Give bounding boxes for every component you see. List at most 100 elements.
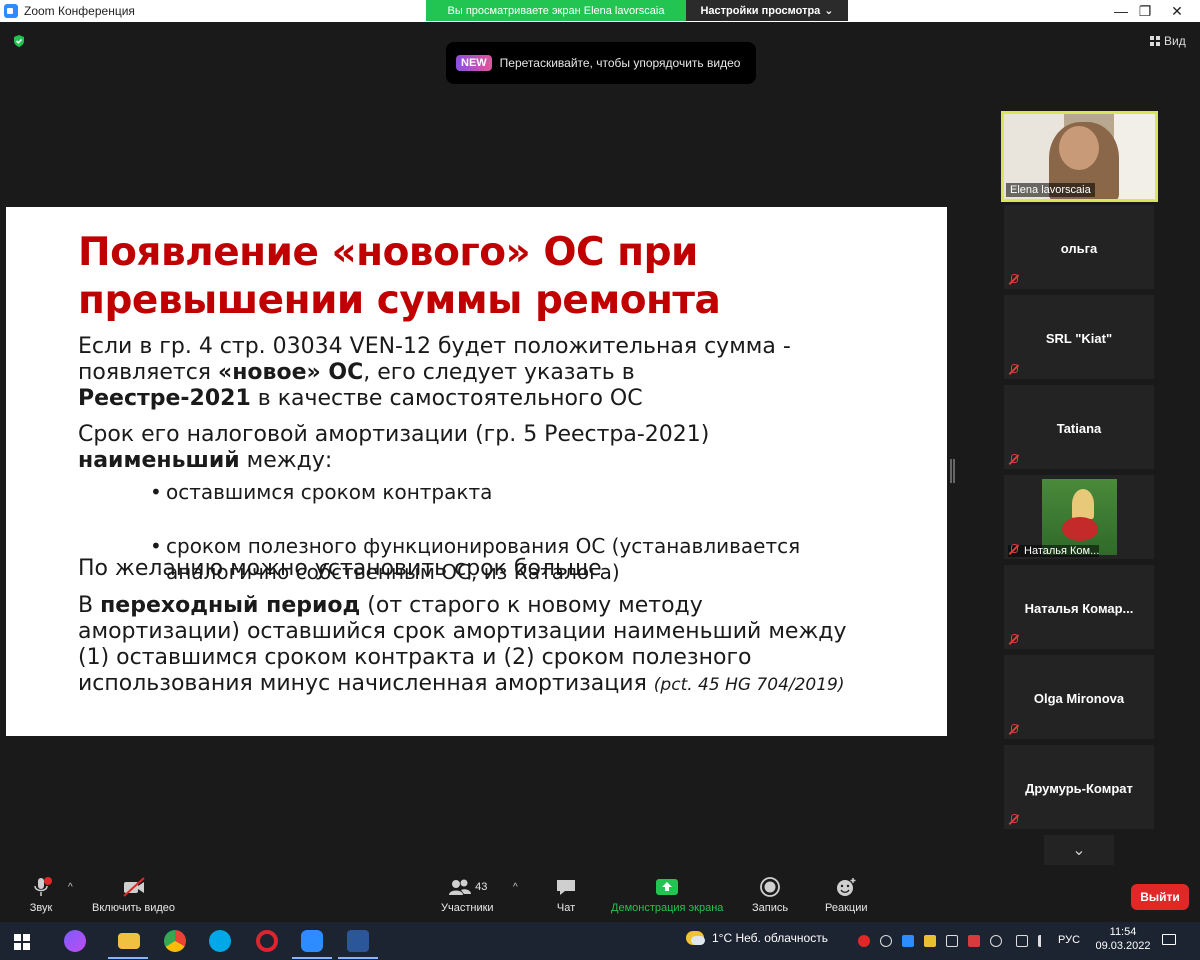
display-tray-icon[interactable] xyxy=(1016,935,1028,947)
grid-view-icon xyxy=(1150,36,1160,46)
splitter-handle[interactable] xyxy=(950,459,955,483)
participant-tile[interactable]: Наталья Ком... xyxy=(1004,475,1154,559)
clock-time: 11:54 xyxy=(1109,926,1137,938)
participant-tile[interactable]: Olga Mironova xyxy=(1004,655,1154,739)
microphone-icon xyxy=(34,877,52,896)
video-label: Включить видео xyxy=(92,902,176,914)
taskbar-active-indicator xyxy=(338,957,378,959)
mic-muted-icon xyxy=(1008,454,1019,465)
participant-tile[interactable]: SRL "Kiat" xyxy=(1004,295,1154,379)
record-icon xyxy=(760,877,780,897)
shared-screen-slide: Появление «нового» ОС при превышении сум… xyxy=(6,207,947,736)
drag-hint-tooltip: NEW Перетаскивайте, чтобы упорядочить ви… xyxy=(446,42,756,84)
participants-icon xyxy=(449,879,472,895)
taskbar-active-indicator xyxy=(108,957,148,959)
window-title: Zoom Конференция xyxy=(24,4,135,18)
windows-start-icon[interactable] xyxy=(14,934,30,950)
participants-icon-group: 43 xyxy=(447,876,487,898)
chevron-down-icon: ⌄ xyxy=(1072,842,1086,859)
avatar-person xyxy=(1072,489,1094,519)
share-screen-label: Демонстрация экрана xyxy=(611,902,724,914)
view-settings-button[interactable]: Настройки просмотра ⌄ xyxy=(686,0,848,21)
participant-name: SRL "Kiat" xyxy=(1045,331,1113,346)
weather-widget[interactable]: 1°C Неб. облачность xyxy=(686,931,828,945)
clock-date: 09.03.2022 xyxy=(1095,940,1151,952)
chat-label: Чат xyxy=(556,902,576,914)
anydesk-tray-icon[interactable] xyxy=(968,935,980,947)
zoom-tray-icon[interactable] xyxy=(902,935,914,947)
weather-text: 1°C Неб. облачность xyxy=(712,931,828,945)
notifications-icon[interactable] xyxy=(1162,934,1176,945)
alice-assistant-icon[interactable] xyxy=(64,930,86,952)
participant-name: ольга xyxy=(1060,241,1098,256)
mic-muted-icon xyxy=(1008,544,1019,555)
restore-icon[interactable]: ❐ xyxy=(1110,0,1156,22)
slide-paragraph-4: В переходный период (от старого к новому… xyxy=(78,593,847,696)
zoom-taskbar-icon[interactable] xyxy=(301,930,323,952)
participant-tile[interactable]: Друмурь-Комрат xyxy=(1004,745,1154,829)
tray-app-icon[interactable] xyxy=(990,935,1002,947)
video-background xyxy=(1114,114,1155,199)
view-settings-label: Настройки просмотра xyxy=(700,4,821,17)
mic-muted-icon xyxy=(1008,274,1019,285)
mic-muted-icon xyxy=(1008,634,1019,645)
smiley-icon xyxy=(837,878,856,896)
participant-tile[interactable]: ольга xyxy=(1004,205,1154,289)
chrome-icon[interactable] xyxy=(164,930,186,952)
gallery-scroll-down-button[interactable]: ⌄ xyxy=(1044,835,1114,865)
participant-tile[interactable]: Наталья Комар... xyxy=(1004,565,1154,649)
opera-icon[interactable] xyxy=(256,930,278,952)
reactions-button[interactable]: Реакции xyxy=(825,876,868,914)
word-icon[interactable] xyxy=(347,930,369,952)
participant-tile[interactable]: Tatiana xyxy=(1004,385,1154,469)
participants-button[interactable]: 43 Участники xyxy=(441,876,494,914)
video-off-icon xyxy=(122,877,145,897)
screen-share-banner: Вы просматриваете экран Elena lavorscaia xyxy=(426,0,686,21)
participant-name: Olga Mironova xyxy=(1033,691,1125,706)
slide-paragraph-3: По желанию можно установить срок больше xyxy=(78,556,602,581)
record-label: Запись xyxy=(752,902,789,914)
mic-muted-icon xyxy=(1008,364,1019,375)
tray-app-icon[interactable] xyxy=(880,935,892,947)
view-button-label: Вид xyxy=(1164,34,1186,48)
record-button[interactable]: Запись xyxy=(752,876,788,914)
participant-name: Elena lavorscaia xyxy=(1006,183,1095,197)
taskbar-active-indicator xyxy=(292,957,332,959)
leave-button[interactable]: Выйти xyxy=(1131,884,1189,910)
close-icon[interactable]: ✕ xyxy=(1154,0,1200,22)
language-indicator[interactable]: РУС xyxy=(1058,934,1080,946)
participant-name: Tatiana xyxy=(1056,421,1102,436)
slide-paragraph-1: Если в гр. 4 стр. 03034 VEN-12 будет пол… xyxy=(78,334,791,411)
security-tray-icon[interactable] xyxy=(924,935,936,947)
slide-bullet-1: оставшимся сроком контракта xyxy=(150,479,850,505)
yandex-tray-icon[interactable] xyxy=(858,935,870,947)
participant-name: Наталья Комар... xyxy=(1024,601,1134,616)
start-video-button[interactable]: Включить видео xyxy=(92,876,175,914)
share-screen-icon xyxy=(656,879,679,895)
skype-icon[interactable] xyxy=(209,930,231,952)
shield-icon[interactable] xyxy=(12,34,26,48)
audio-button[interactable]: Звук xyxy=(28,876,54,914)
participant-tile-active[interactable]: Elena lavorscaia xyxy=(1001,111,1158,202)
participants-options-caret-icon[interactable]: ^ xyxy=(513,882,518,893)
reactions-label: Реакции xyxy=(825,902,868,914)
audio-options-caret-icon[interactable]: ^ xyxy=(68,882,73,893)
file-explorer-icon[interactable] xyxy=(118,933,140,949)
participants-label: Участники xyxy=(441,902,494,914)
share-screen-button[interactable]: Демонстрация экрана xyxy=(611,876,723,914)
mic-muted-icon xyxy=(1008,814,1019,825)
chat-button[interactable]: Чат xyxy=(553,876,579,914)
hint-text: Перетаскивайте, чтобы упорядочить видео xyxy=(499,56,741,70)
participant-avatar-photo xyxy=(1042,479,1117,555)
network-tray-icon[interactable] xyxy=(946,935,958,947)
view-button[interactable]: Вид xyxy=(1150,34,1186,48)
zoom-logo-icon xyxy=(4,4,18,18)
mic-muted-icon xyxy=(1008,724,1019,735)
volume-icon[interactable] xyxy=(1038,935,1050,947)
new-badge: NEW xyxy=(456,55,492,71)
participant-name: Наталья Ком... xyxy=(1008,545,1100,557)
system-clock[interactable]: 11:54 09.03.2022 xyxy=(1093,925,1153,953)
chevron-down-icon: ⌄ xyxy=(824,5,834,17)
slide-paragraph-2: Срок его налоговой амортизации (гр. 5 Ре… xyxy=(78,422,710,473)
partly-cloudy-icon xyxy=(686,931,705,945)
